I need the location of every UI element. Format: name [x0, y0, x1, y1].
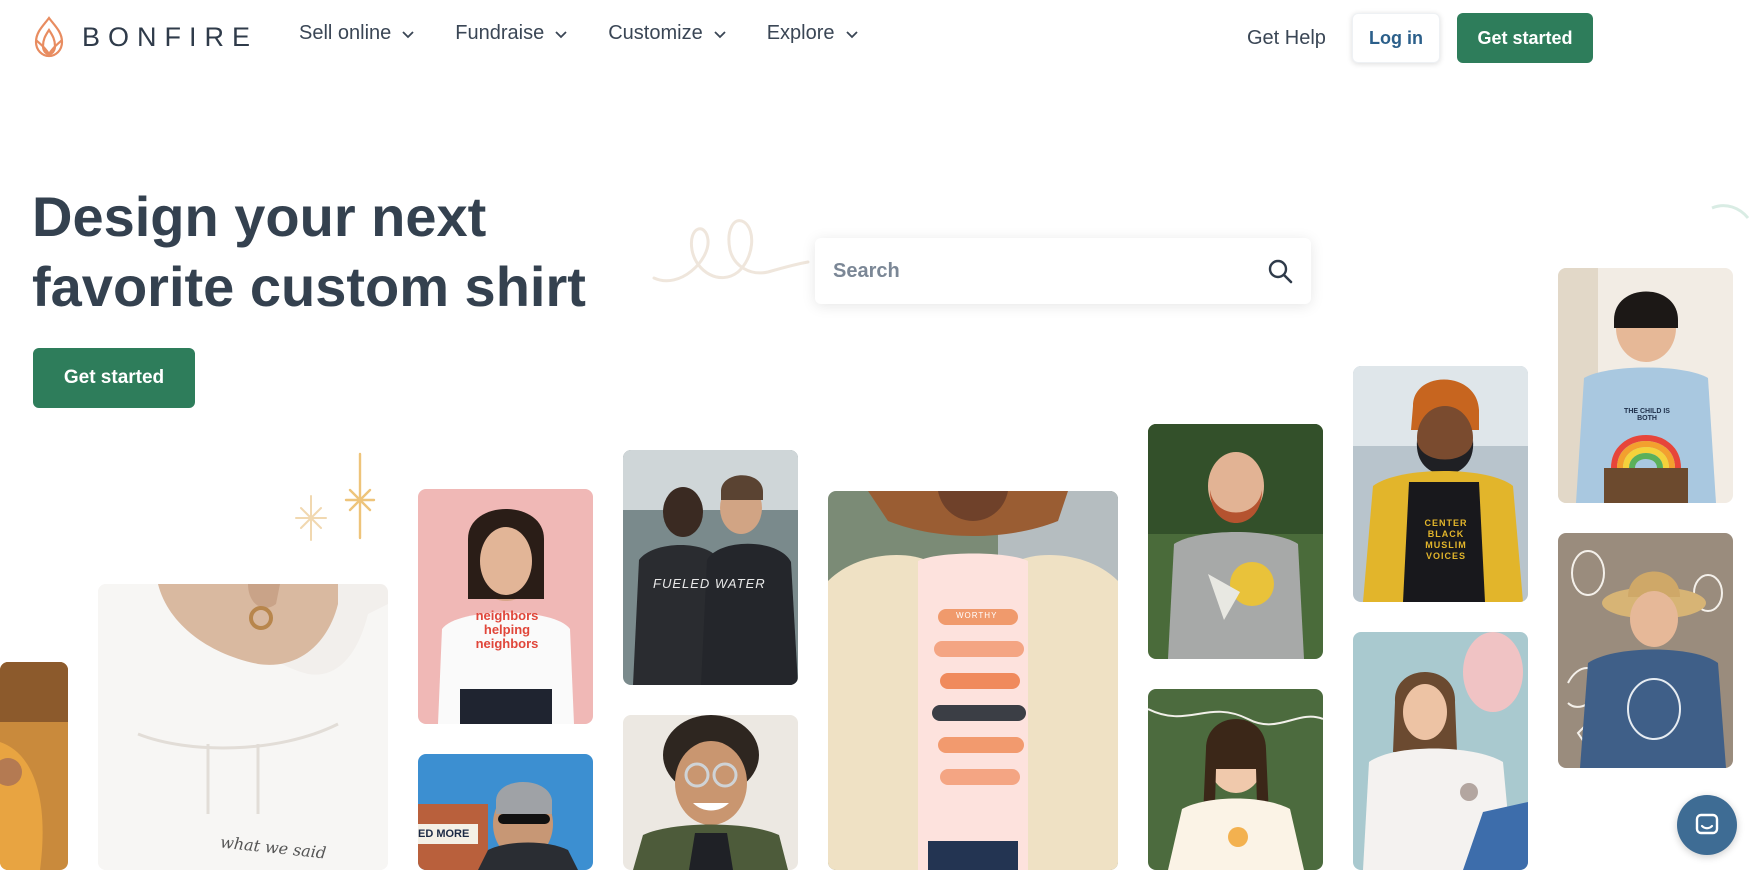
chevron-down-icon	[555, 30, 567, 38]
photo-man-hat-sweater[interactable]	[1558, 533, 1733, 768]
photo-fueled-water[interactable]: FUELED WATER	[623, 450, 798, 685]
hero-get-started-button[interactable]: Get started	[33, 348, 195, 408]
search-box	[815, 238, 1311, 304]
photo-woman-braids[interactable]	[1148, 689, 1323, 870]
nav-customize[interactable]: Customize	[608, 22, 726, 45]
sparkle-decoration	[295, 452, 376, 541]
photo-woman-sweatshirt[interactable]	[1353, 632, 1528, 870]
search-icon[interactable]	[1267, 258, 1293, 284]
nav-label: Customize	[608, 22, 703, 44]
photo-shirt-text: THE CHILD IS BOTH	[1624, 408, 1670, 422]
decorative-curve	[1711, 204, 1749, 219]
hero-title: Design your next favorite custom shirt	[32, 182, 652, 322]
nav-explore[interactable]: Explore	[767, 22, 859, 45]
photo-worthy-shirt[interactable]: WORTHY	[828, 491, 1118, 870]
bonfire-logo[interactable]: BONFIRE	[32, 16, 258, 58]
site-header: BONFIRE Sell online Fundraise Customize …	[0, 0, 1749, 78]
photo-woman-glasses[interactable]	[623, 715, 798, 870]
nav-label: Sell online	[299, 22, 392, 44]
chat-button[interactable]	[1677, 795, 1737, 855]
decorative-swirl	[652, 219, 810, 283]
photo-kid-rainbow[interactable]: THE CHILD IS BOTH	[1558, 268, 1733, 503]
photo-shirt-text: CENTER BLACK MUSLIM VOICES	[1424, 518, 1468, 561]
chat-icon	[1695, 813, 1719, 835]
brand-name: BONFIRE	[82, 21, 259, 52]
main-nav: Sell online Fundraise Customize Explore	[299, 22, 859, 45]
photo-shirt-text: WORTHY	[956, 611, 998, 620]
chevron-down-icon	[402, 30, 414, 38]
get-started-header-button[interactable]: Get started	[1457, 13, 1593, 63]
chevron-down-icon	[845, 30, 858, 38]
get-help-link[interactable]: Get Help	[1247, 13, 1326, 63]
nav-label: Explore	[766, 22, 835, 44]
photo-center-black-muslim[interactable]: CENTER BLACK MUSLIM VOICES	[1353, 366, 1528, 602]
photo-neighbors-shirt[interactable]: neighbors helping neighbors	[418, 489, 593, 724]
hero-title-line1: Design your next	[32, 185, 487, 248]
hero-title-line2: favorite custom shirt	[32, 255, 586, 318]
photo-shirt-text: neighbors helping neighbors	[475, 608, 539, 651]
photo-shirt-text: FUELED WATER	[653, 576, 766, 591]
chevron-down-icon	[714, 30, 726, 38]
nav-fundraise[interactable]: Fundraise	[455, 22, 568, 45]
flame-logo-icon	[34, 16, 64, 58]
nav-sell-online[interactable]: Sell online	[299, 22, 415, 45]
photo-shirt-text: ED MORE	[418, 828, 470, 840]
photo-man-sunglasses[interactable]: ED MORE	[418, 754, 593, 870]
photo-orange-shirt[interactable]	[0, 662, 68, 870]
search-input[interactable]	[833, 259, 1267, 283]
nav-label: Fundraise	[455, 22, 545, 44]
photo-white-hoodie[interactable]: what we said	[98, 584, 388, 870]
photo-bearded-man[interactable]	[1148, 424, 1323, 659]
login-button[interactable]: Log in	[1352, 13, 1440, 63]
